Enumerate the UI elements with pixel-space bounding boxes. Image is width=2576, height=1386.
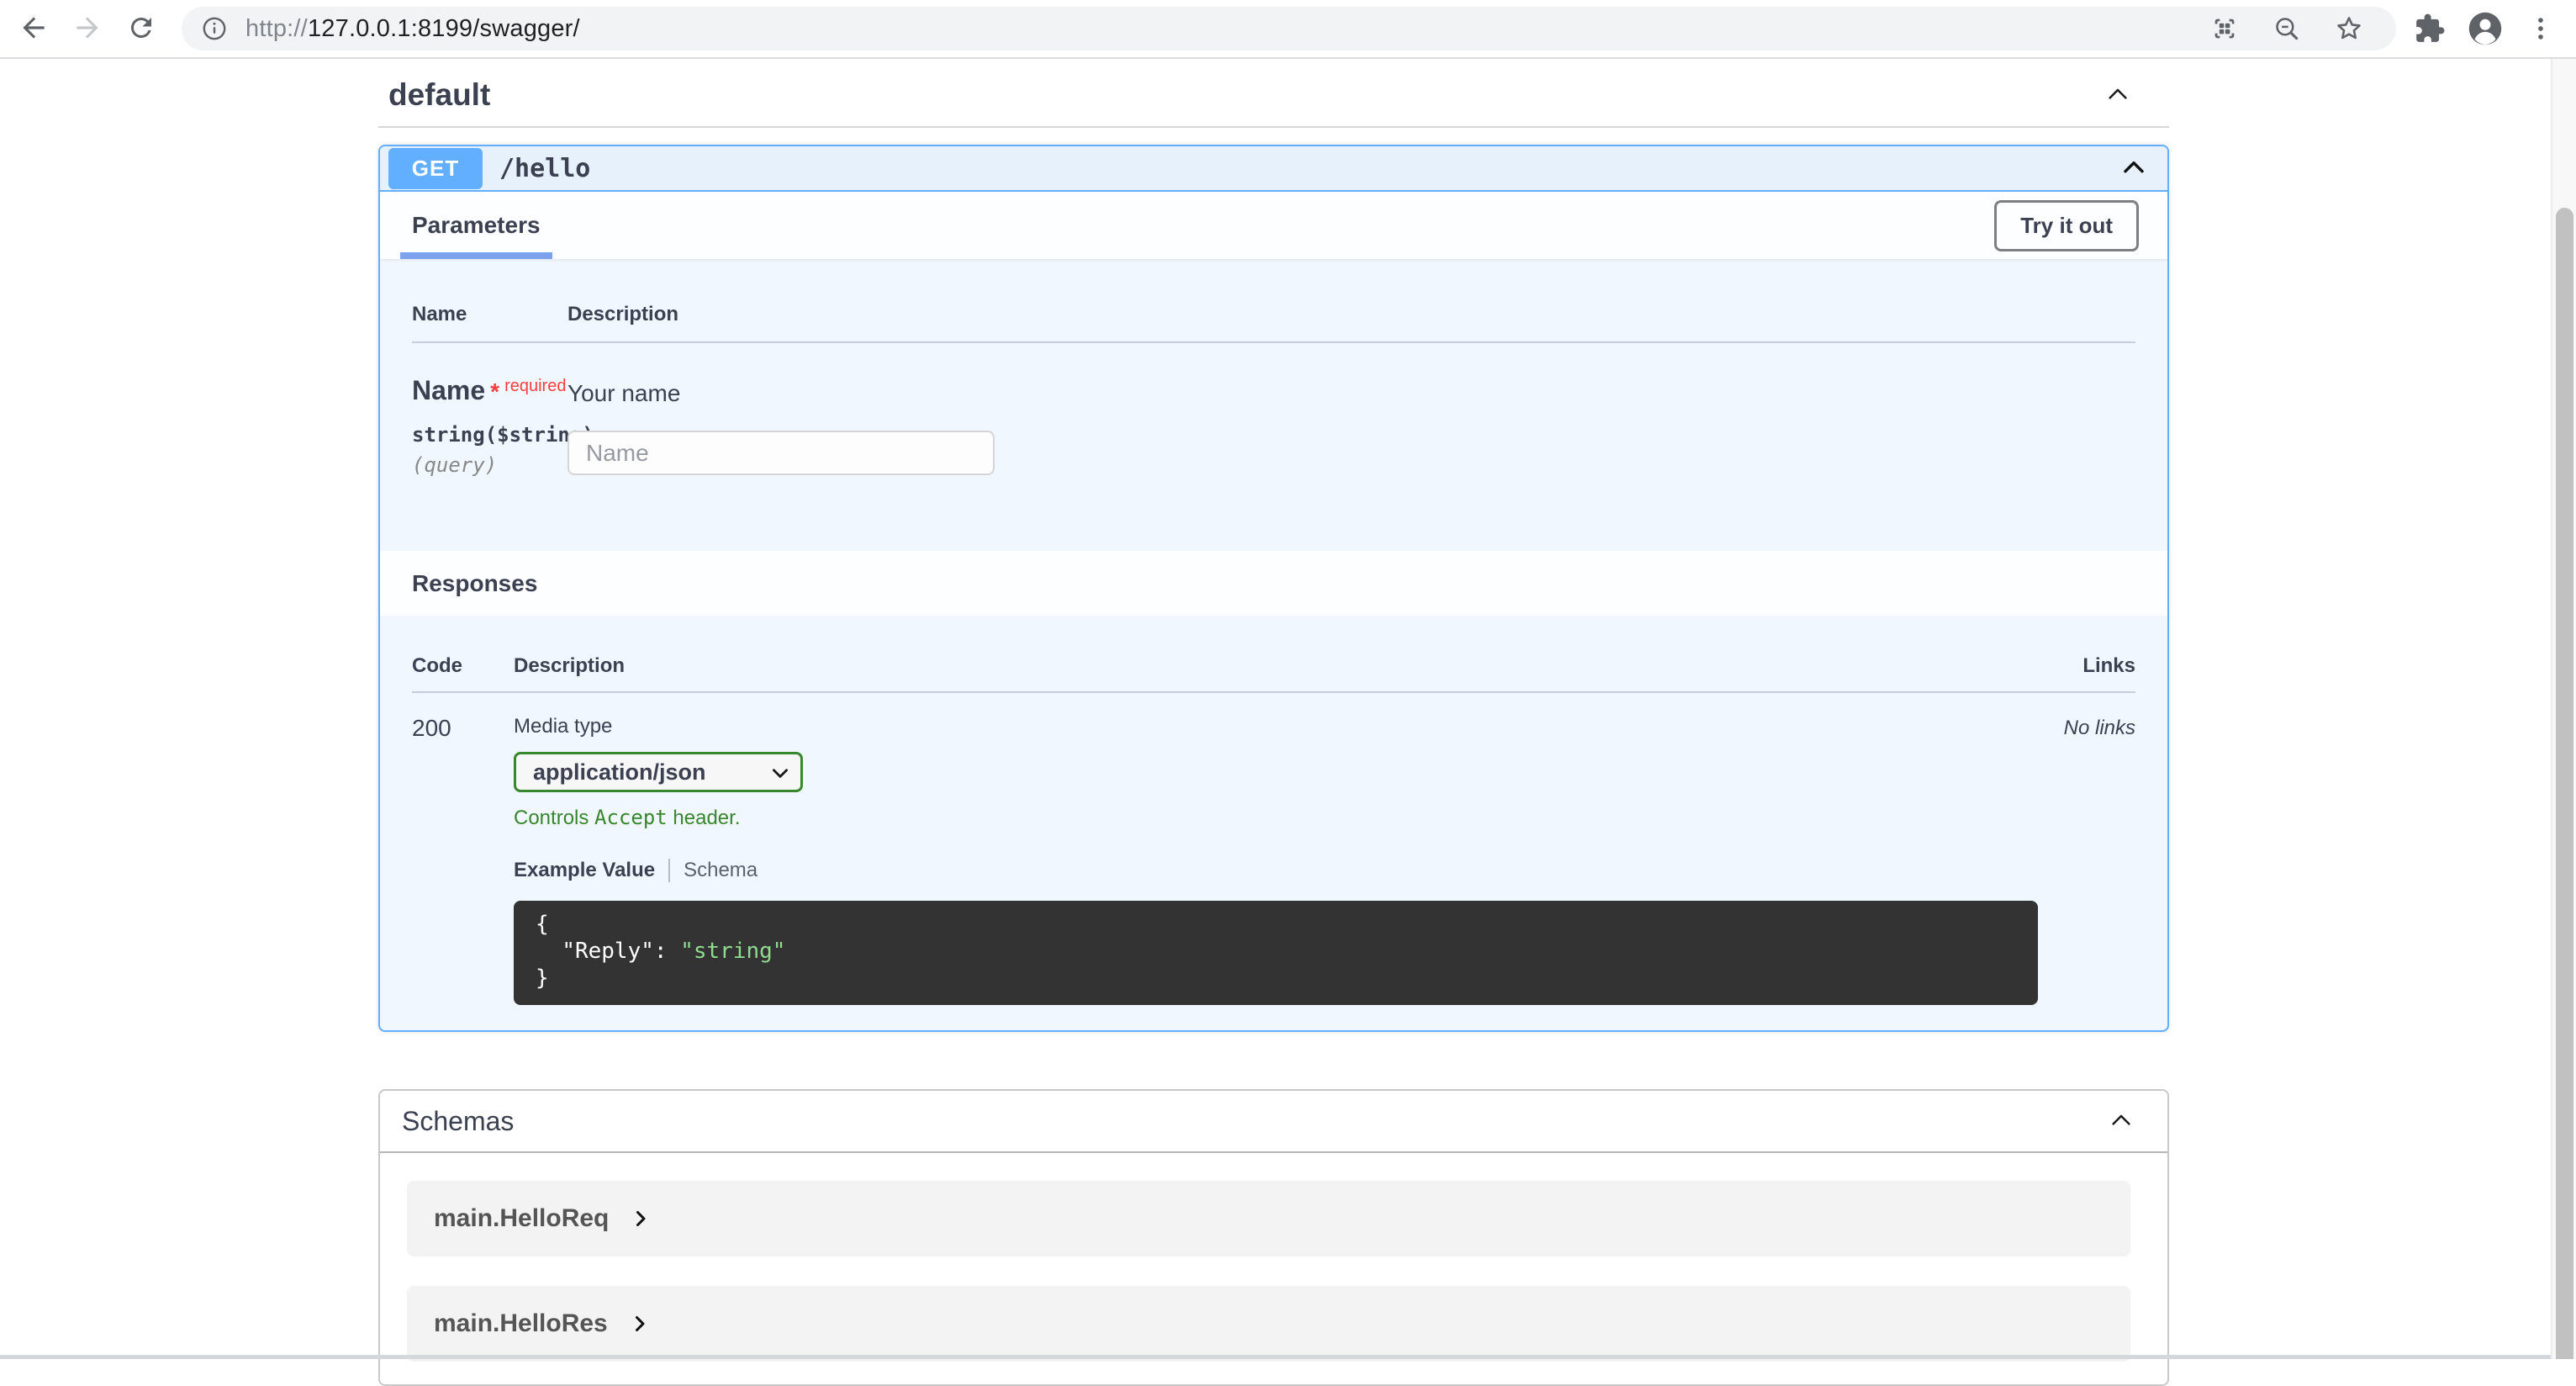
responses-section-header: Responses (380, 551, 2167, 616)
example-schema-tabs: Example Value Schema (514, 859, 2064, 882)
parameter-name-input[interactable] (567, 431, 995, 475)
swagger-page: default GET /hello Parameters (0, 59, 2551, 1359)
reading-mode-icon[interactable] (2206, 10, 2243, 47)
url-rest: 127.0.0.1:8199/swagger/ (308, 15, 580, 42)
opblock-summary[interactable]: GET /hello (380, 146, 2167, 192)
required-star: * (490, 378, 499, 405)
bookmark-star-icon[interactable] (2331, 10, 2367, 47)
reload-icon (126, 13, 156, 45)
profile-avatar[interactable] (2467, 10, 2504, 47)
tab-separator (668, 859, 670, 882)
parameter-type: string($string) (412, 423, 567, 447)
schemas-section: Schemas main.HelloReq main.HelloRes (378, 1089, 2169, 1386)
code-line: { (536, 911, 2016, 938)
param-col-name-header: Name (412, 303, 567, 326)
reload-button[interactable] (123, 10, 160, 47)
model-row-helloreq[interactable]: main.HelloReq (407, 1181, 2130, 1256)
model-name: main.HelloReq (434, 1204, 609, 1233)
parameters-table: Name Description Name*required string($s… (380, 259, 2167, 551)
url-scheme: http:// (245, 15, 308, 42)
tab-parameters-label: Parameters (412, 212, 541, 239)
site-info-icon[interactable] (200, 14, 229, 43)
response-row-200: 200 Media type application/json Controls… (412, 693, 2135, 1005)
media-type-select[interactable]: application/json (514, 752, 803, 792)
chevron-up-icon (2105, 82, 2130, 109)
chevron-right-icon (631, 1209, 651, 1229)
required-label: required (504, 377, 566, 395)
schemas-collapse-button[interactable] (2109, 1108, 2134, 1135)
tab-parameters[interactable]: Parameters (400, 192, 552, 259)
operation-path: /hello (499, 154, 590, 183)
forward-icon (71, 12, 103, 46)
opblock-collapse-button[interactable] (2120, 154, 2147, 183)
forward-button[interactable] (69, 10, 106, 47)
parameters-section-header: Parameters Try it out (380, 192, 2167, 259)
schemas-header[interactable]: Schemas (380, 1091, 2167, 1153)
param-col-description-header: Description (567, 303, 2135, 326)
responses-col-description-header: Description (514, 654, 2082, 678)
chevron-right-icon (630, 1314, 650, 1334)
code-line: "Reply": "string" (536, 938, 2016, 965)
browser-toolbar: http://127.0.0.1:8199/swagger/ (0, 0, 2576, 59)
parameter-row: Name* required string($string) (query) Yo… (412, 343, 2135, 477)
responses-col-links-header: Links (2082, 654, 2135, 678)
back-button[interactable] (15, 10, 52, 47)
scrollbar-track[interactable] (2551, 59, 2576, 1359)
response-links-value: No links (2064, 715, 2135, 1005)
tab-example-value[interactable]: Example Value (514, 859, 655, 882)
url-text: http://127.0.0.1:8199/swagger/ (245, 15, 580, 43)
back-icon (18, 12, 50, 46)
menu-kebab-icon[interactable] (2522, 10, 2559, 47)
accept-header-hint: Controls Accept header. (514, 806, 2064, 830)
code-line: } (536, 965, 2016, 992)
address-bar[interactable]: http://127.0.0.1:8199/swagger/ (182, 7, 2396, 50)
responses-table: Code Description Links 200 Media type ap… (380, 616, 2167, 1030)
opblock-get-hello: GET /hello Parameters Try it out Name De… (378, 145, 2169, 1032)
parameter-location: (query) (412, 453, 567, 477)
model-row-hellores[interactable]: main.HelloRes (407, 1286, 2130, 1362)
responses-col-code-header: Code (412, 654, 514, 678)
method-badge: GET (388, 148, 483, 189)
parameter-name: Name (412, 375, 485, 405)
tag-title: default (388, 77, 490, 113)
responses-title: Responses (412, 570, 537, 597)
try-it-out-button[interactable]: Try it out (1994, 200, 2139, 251)
extensions-icon[interactable] (2411, 10, 2448, 47)
model-name: main.HelloRes (434, 1309, 608, 1338)
parameter-description: Your name (567, 375, 2135, 407)
media-type-label: Media type (514, 715, 2064, 738)
response-code: 200 (412, 715, 514, 1005)
chevron-up-icon (2109, 1108, 2134, 1135)
chevron-up-icon (2120, 154, 2147, 183)
zoom-out-icon[interactable] (2268, 10, 2305, 47)
bottom-edge-strip (0, 1355, 2551, 1359)
tag-section-default[interactable]: default (378, 59, 2169, 128)
tab-schema[interactable]: Schema (684, 859, 757, 882)
tag-collapse-button[interactable] (2105, 82, 2130, 109)
scrollbar-thumb[interactable] (2556, 208, 2573, 1359)
example-value-code-block: { "Reply": "string" } (514, 901, 2038, 1005)
schemas-title: Schemas (402, 1106, 514, 1137)
